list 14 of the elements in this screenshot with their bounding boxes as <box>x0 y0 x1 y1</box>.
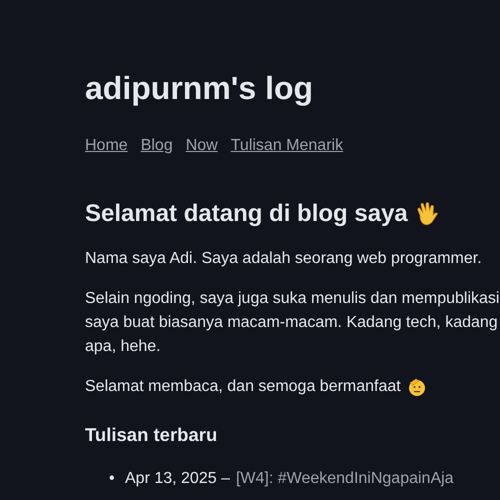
post-date: Apr 13, 2025 – <box>125 469 230 489</box>
nav-link[interactable]: Tulisan Menarik <box>230 137 344 155</box>
bullet: • <box>109 469 116 489</box>
post-link[interactable]: [W4]: #WeekendIniNgapainAja <box>236 467 454 491</box>
paragraph: Selain ngoding, saya juga suka menulis dan mempublikasi saya buat biasanya macam-macam. Kadang tech, kadang apa, hehe. <box>85 289 500 357</box>
saluting-face-icon <box>406 377 427 397</box>
paragraph: Selamat membaca, dan semoga bermanfaat <box>85 377 401 397</box>
welcome-heading: Selamat datang di blog saya <box>85 199 408 229</box>
section-heading: Tulisan terbaru <box>85 423 218 447</box>
nav-link[interactable]: Now <box>186 137 218 155</box>
nav-link[interactable]: Home <box>85 137 128 155</box>
paragraph: Nama saya Adi. Saya adalah seorang web programmer. <box>85 249 482 269</box>
site-title: adipurnm's log <box>85 69 314 108</box>
nav-link[interactable]: Blog <box>140 137 173 155</box>
